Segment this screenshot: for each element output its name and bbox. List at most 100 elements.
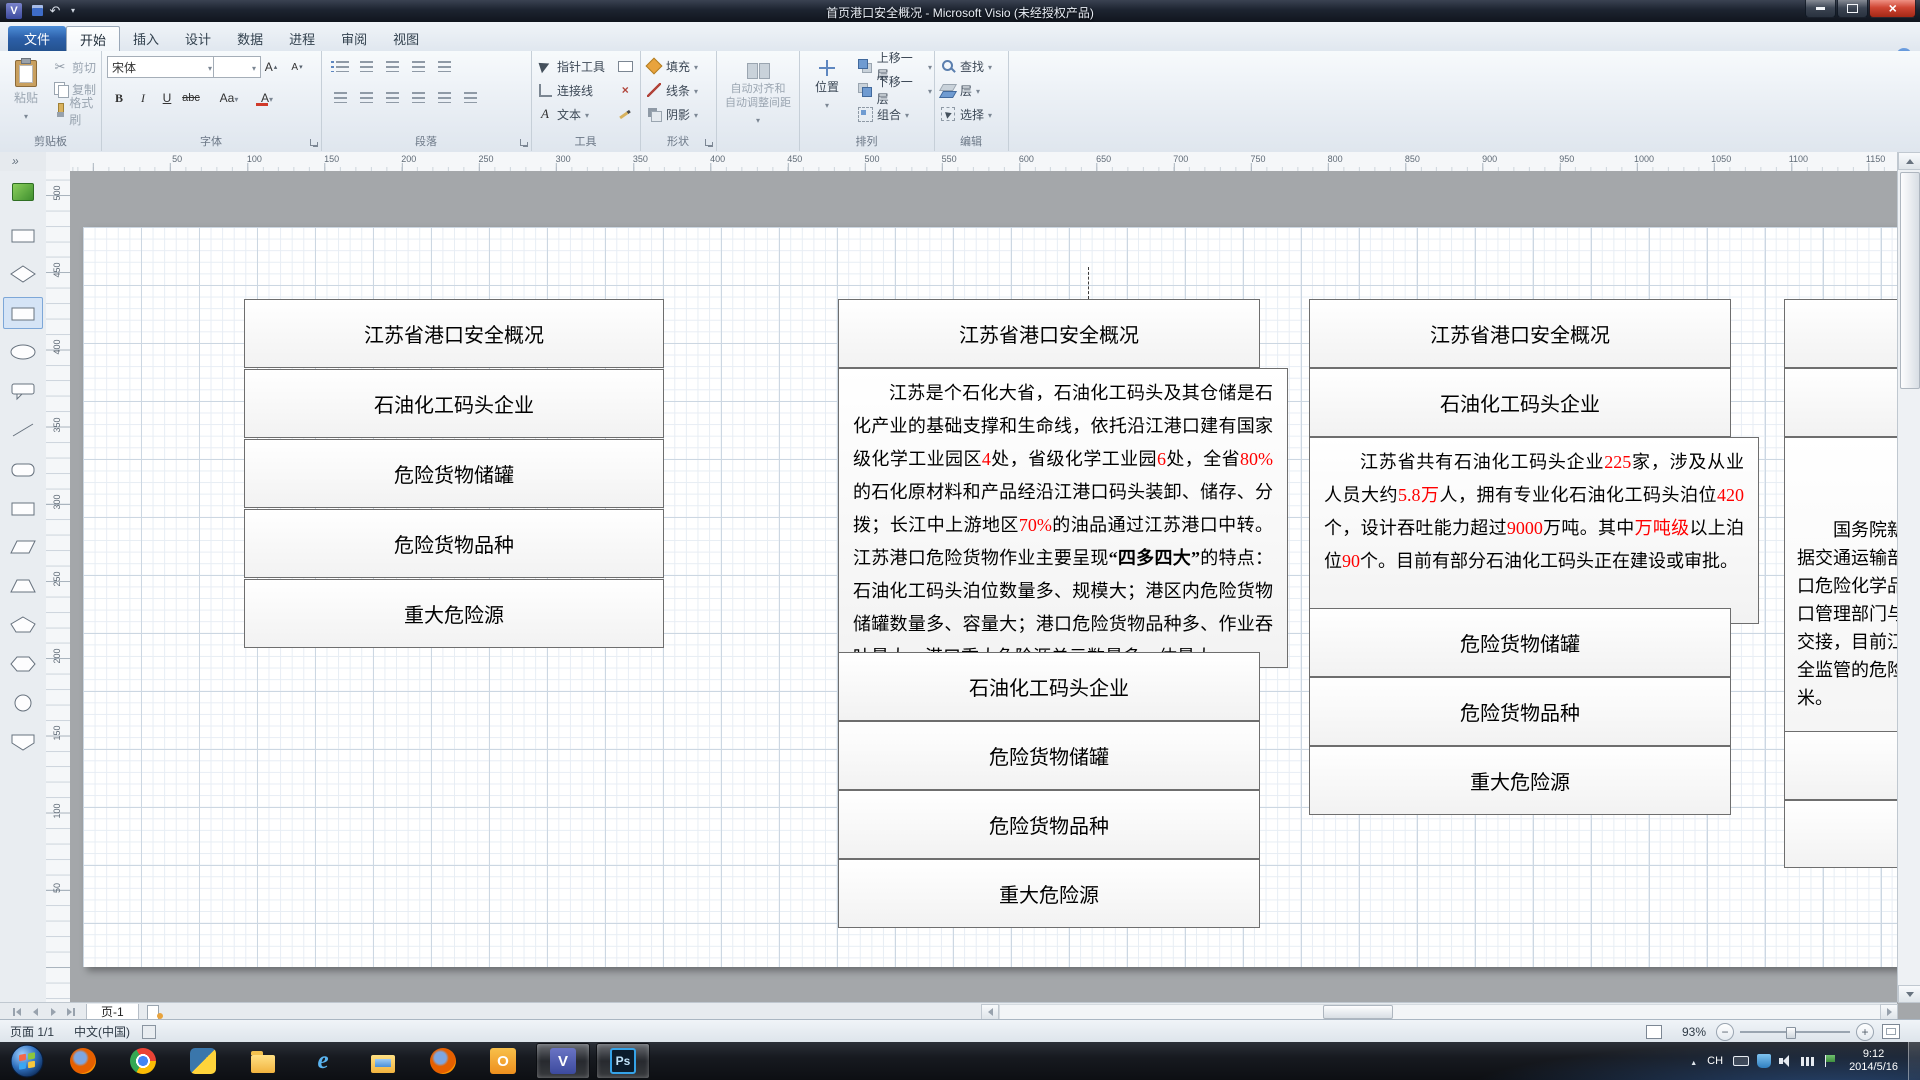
horizontal-scrollbar[interactable]	[999, 1004, 1881, 1020]
stencil-shape-trapezoid[interactable]	[3, 570, 43, 602]
stencil-header-icon[interactable]	[12, 183, 34, 201]
diagram-col2-box1[interactable]: 石油化工码头企业	[838, 652, 1260, 721]
taskbar-icon-chrome[interactable]	[116, 1043, 170, 1079]
paste-button[interactable]: 粘贴	[3, 53, 49, 133]
stencil-shape-pentagon[interactable]	[3, 609, 43, 641]
horizontal-scrollbar-thumb[interactable]	[1323, 1005, 1393, 1019]
connection-point-button[interactable]	[615, 80, 635, 100]
stencil-shape-rounded-rectangle[interactable]	[3, 453, 43, 485]
taskbar-icon-explorer[interactable]	[356, 1043, 410, 1079]
numbering-button[interactable]	[355, 56, 377, 76]
scroll-left-button[interactable]	[981, 1004, 999, 1020]
tab-data[interactable]: 数据	[224, 26, 276, 51]
stencil-shape-diamond[interactable]	[3, 258, 43, 290]
zoom-level[interactable]: 93%	[1672, 1020, 1716, 1043]
next-page-button[interactable]	[44, 1004, 62, 1019]
diagram-col1-box3[interactable]: 危险货物品种	[244, 509, 664, 578]
align-center-button[interactable]	[355, 87, 377, 107]
pointer-tool-button[interactable]: 指针工具	[535, 56, 607, 76]
underline-button[interactable]: U	[155, 87, 179, 109]
select-button[interactable]: 选择	[938, 104, 994, 124]
vertical-ruler[interactable]: 50045040035030025020015010050	[46, 171, 71, 1002]
change-case-button[interactable]: Aa	[213, 87, 245, 109]
italic-button[interactable]: I	[131, 87, 155, 109]
bullet-list-button[interactable]	[329, 56, 351, 76]
stencil-shape-ellipse[interactable]	[3, 336, 43, 368]
stencil-shape-rectangle[interactable]	[3, 219, 43, 251]
drawing-canvas[interactable]: 江苏省港口安全概况 石油化工码头企业 危险货物储罐 危险货物品种 重大危险源 江…	[70, 171, 1897, 1002]
maximize-button[interactable]	[1837, 0, 1868, 18]
tray-expand-icon[interactable]	[1690, 1054, 1697, 1068]
text-tool-button[interactable]: 文本	[535, 104, 591, 124]
diagram-col3-box4[interactable]: 重大危险源	[1309, 746, 1731, 815]
zoom-out-button[interactable]	[1716, 1023, 1734, 1041]
page-tab-1[interactable]: 页-1	[86, 1004, 139, 1020]
tab-design[interactable]: 设计	[172, 26, 224, 51]
freeform-tool-button[interactable]	[615, 104, 635, 124]
auto-align-space-button[interactable]: 自动对齐和 自动调整间距	[721, 55, 795, 143]
taskbar-icon-folder[interactable]	[236, 1043, 290, 1079]
group-shapes-button[interactable]: 组合	[855, 104, 911, 124]
font-color-button[interactable]: A	[251, 87, 283, 109]
volume-icon[interactable]	[1779, 1054, 1793, 1068]
taskbar-icon-firefox-2[interactable]	[416, 1043, 470, 1079]
indent-increase-button[interactable]	[407, 56, 429, 76]
taskbar-icon-outlook[interactable]: O	[476, 1043, 530, 1079]
line-button[interactable]: 线条	[644, 80, 700, 100]
stencil-shape-circle[interactable]	[3, 687, 43, 719]
indent-decrease-button[interactable]	[381, 56, 403, 76]
diagram-col2-box2[interactable]: 危险货物储罐	[838, 721, 1260, 790]
vertical-scrollbar[interactable]	[1897, 152, 1920, 1002]
scroll-up-button[interactable]	[1898, 152, 1920, 170]
security-icon[interactable]	[1757, 1054, 1771, 1068]
rectangle-tool-button[interactable]	[615, 56, 635, 76]
diagram-col1-header[interactable]: 江苏省港口安全概况	[244, 299, 664, 368]
diagram-col4-box2[interactable]	[1784, 368, 1897, 437]
zoom-in-button[interactable]	[1856, 1023, 1874, 1041]
vertical-scrollbar-thumb[interactable]	[1900, 172, 1920, 389]
taskbar-icon-python[interactable]	[176, 1043, 230, 1079]
horizontal-ruler[interactable]: 5010015020025030035040045050055060065070…	[70, 152, 1897, 172]
stencil-shape-rectangle[interactable]	[3, 492, 43, 524]
diagram-col4-box1[interactable]	[1784, 299, 1897, 368]
format-painter-button[interactable]: 格式刷	[50, 101, 101, 121]
taskbar-icon-visio[interactable]: V	[536, 1043, 590, 1079]
shadow-button[interactable]: 阴影	[644, 104, 700, 124]
diagram-col2-header[interactable]: 江苏省港口安全概况	[838, 299, 1260, 368]
clock[interactable]: 9:12 2014/5/16	[1849, 1048, 1898, 1074]
diagram-col4-box4[interactable]	[1784, 800, 1897, 868]
send-backward-button[interactable]: 下移一层	[855, 80, 934, 100]
stencil-shape-line[interactable]	[3, 414, 43, 446]
cut-button[interactable]: 剪切	[50, 57, 98, 77]
previous-page-button[interactable]	[26, 1004, 44, 1019]
tab-file[interactable]: 文件	[8, 26, 66, 51]
diagram-col3-box3[interactable]: 危险货物品种	[1309, 677, 1731, 746]
input-language-indicator[interactable]: CH	[1707, 1055, 1723, 1067]
stencil-shape-parallelogram[interactable]	[3, 531, 43, 563]
align-middle-button[interactable]	[433, 87, 455, 107]
action-center-icon[interactable]	[1823, 1054, 1837, 1068]
stencil-shape-rectangle[interactable]	[3, 297, 43, 329]
layers-button[interactable]: 层	[938, 80, 982, 100]
drawing-page[interactable]: 江苏省港口安全概况 石油化工码头企业 危险货物储罐 危险货物品种 重大危险源 江…	[83, 227, 1897, 967]
strikethrough-button[interactable]: abc	[179, 87, 203, 109]
diagram-col3-box2[interactable]: 危险货物储罐	[1309, 608, 1731, 677]
decrease-font-size-button[interactable]	[285, 56, 309, 78]
fill-button[interactable]: 填充	[644, 56, 700, 76]
stencil-shape-callout[interactable]	[3, 375, 43, 407]
tab-home[interactable]: 开始	[66, 26, 120, 52]
scroll-right-button[interactable]	[1880, 1004, 1898, 1020]
close-button[interactable]	[1869, 0, 1916, 18]
tab-view[interactable]: 视图	[380, 26, 432, 51]
language-indicator[interactable]: 中文(中国)	[64, 1020, 140, 1043]
fit-page-button[interactable]	[1882, 1024, 1900, 1039]
full-screen-view-icon[interactable]	[1646, 1025, 1662, 1039]
line-spacing-button[interactable]	[433, 56, 455, 76]
taskbar-icon-firefox[interactable]	[56, 1043, 110, 1079]
connector-tool-button[interactable]: 连接线	[535, 80, 595, 100]
minimize-button[interactable]	[1805, 0, 1836, 18]
macro-record-icon[interactable]	[142, 1025, 156, 1039]
align-left-button[interactable]	[329, 87, 351, 107]
network-icon[interactable]	[1801, 1054, 1815, 1068]
insert-page-button[interactable]	[145, 1005, 163, 1019]
